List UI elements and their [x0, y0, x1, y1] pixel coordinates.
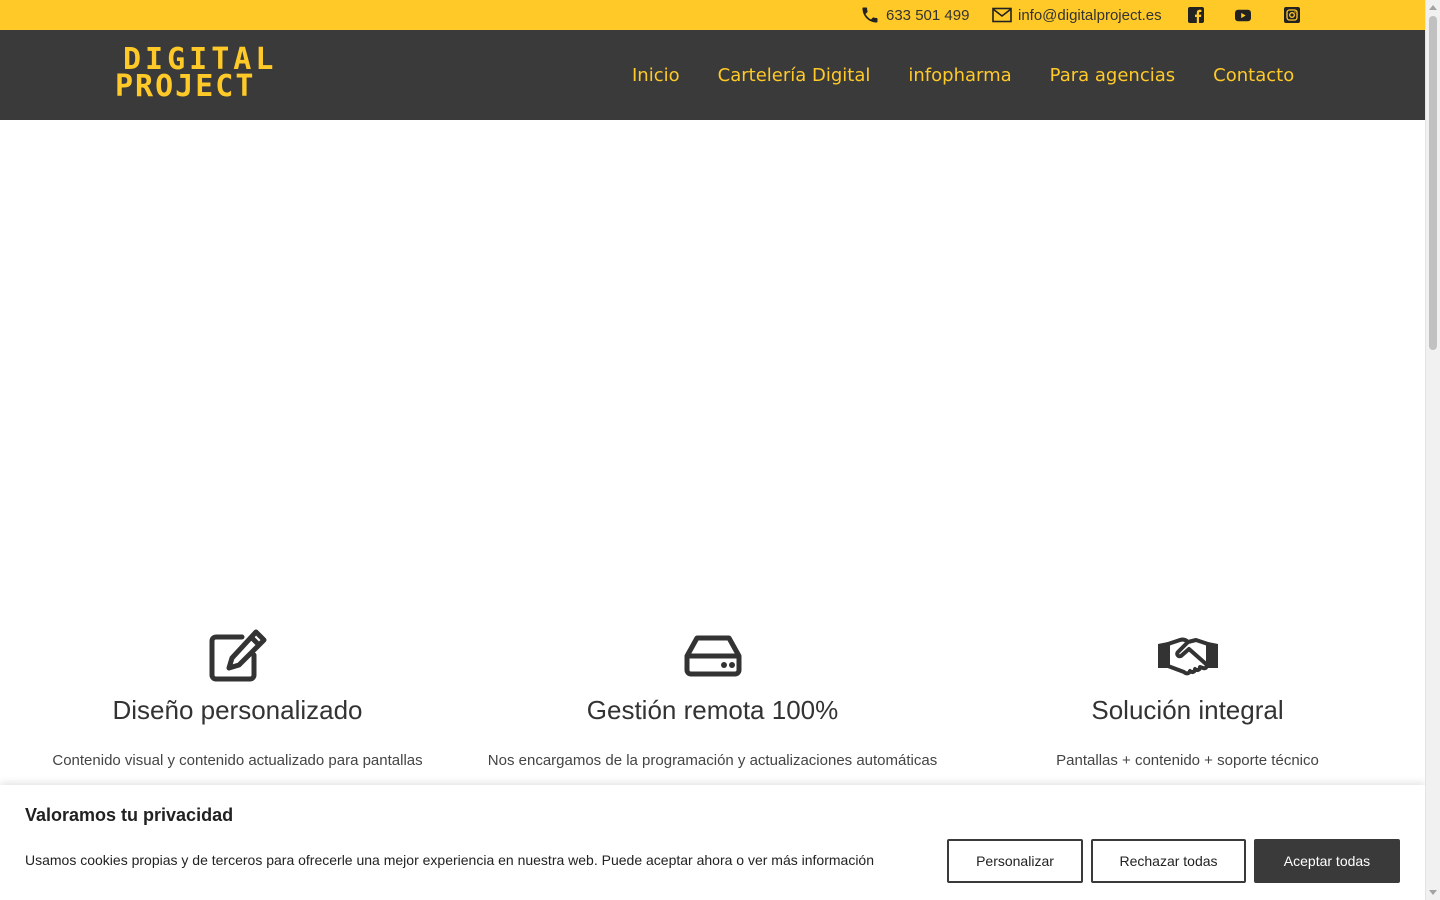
facebook-link[interactable]: [1188, 7, 1204, 23]
scroll-up-arrow-icon[interactable]: [1429, 5, 1437, 10]
feature-title: Solución integral: [1091, 695, 1284, 725]
facebook-icon: [1188, 7, 1204, 23]
email-address: info@digitalproject.es: [1018, 6, 1162, 24]
accept-all-cookies-button[interactable]: Aceptar todas: [1254, 839, 1400, 883]
instagram-icon: [1284, 7, 1300, 23]
hard-drive-icon: [681, 628, 745, 684]
phone-number: 633 501 499: [886, 6, 970, 24]
scrollbar-thumb[interactable]: [1429, 16, 1437, 350]
customize-cookies-button[interactable]: Personalizar: [947, 839, 1083, 883]
youtube-icon: [1235, 9, 1251, 21]
features-section: Diseño personalizado Contenido visual y …: [0, 600, 1425, 800]
nav-para-agencias[interactable]: Para agencias: [1050, 65, 1175, 86]
main-nav: Inicio Cartelería Digital infopharma Par…: [632, 30, 1294, 120]
edit-icon: [206, 628, 270, 684]
email-link[interactable]: info@digitalproject.es: [992, 0, 1162, 30]
nav-contacto[interactable]: Contacto: [1213, 65, 1294, 86]
mail-icon: [992, 7, 1012, 23]
site-header: DIGITAL PROJECT Inicio Cartelería Digita…: [0, 30, 1425, 120]
feature-description: Nos encargamos de la programación y actu…: [487, 752, 938, 769]
phone-icon: [862, 7, 878, 23]
site-logo[interactable]: DIGITAL PROJECT: [115, 45, 291, 104]
instagram-link[interactable]: [1284, 7, 1300, 23]
nav-carteleria-digital[interactable]: Cartelería Digital: [718, 65, 871, 86]
nav-inicio[interactable]: Inicio: [632, 65, 680, 86]
phone-link[interactable]: 633 501 499: [860, 0, 969, 30]
logo-text-line2: PROJECT: [115, 69, 256, 104]
reject-all-cookies-button[interactable]: Rechazar todas: [1091, 839, 1246, 883]
nav-infopharma[interactable]: infopharma: [908, 65, 1011, 86]
hero-section: [0, 120, 1425, 600]
feature-title: Diseño personalizado: [112, 695, 363, 725]
vertical-scrollbar[interactable]: [1425, 0, 1440, 900]
top-bar: 633 501 499 info@digitalproject.es: [0, 0, 1425, 30]
scroll-down-arrow-icon[interactable]: [1429, 890, 1437, 895]
feature-description: Pantallas + contenido + soporte técnico: [1056, 752, 1319, 769]
youtube-link[interactable]: [1235, 7, 1251, 23]
handshake-icon: [1156, 628, 1220, 684]
cookie-banner: Valoramos tu privacidad Usamos cookies p…: [0, 785, 1425, 900]
cookie-title: Valoramos tu privacidad: [25, 805, 234, 825]
feature-title: Gestión remota 100%: [586, 695, 839, 725]
page: 633 501 499 info@digitalproject.es DIGIT…: [0, 0, 1425, 900]
feature-description: Contenido visual y contenido actualizado…: [52, 752, 423, 769]
cookie-text: Usamos cookies propias y de terceros par…: [25, 852, 874, 868]
